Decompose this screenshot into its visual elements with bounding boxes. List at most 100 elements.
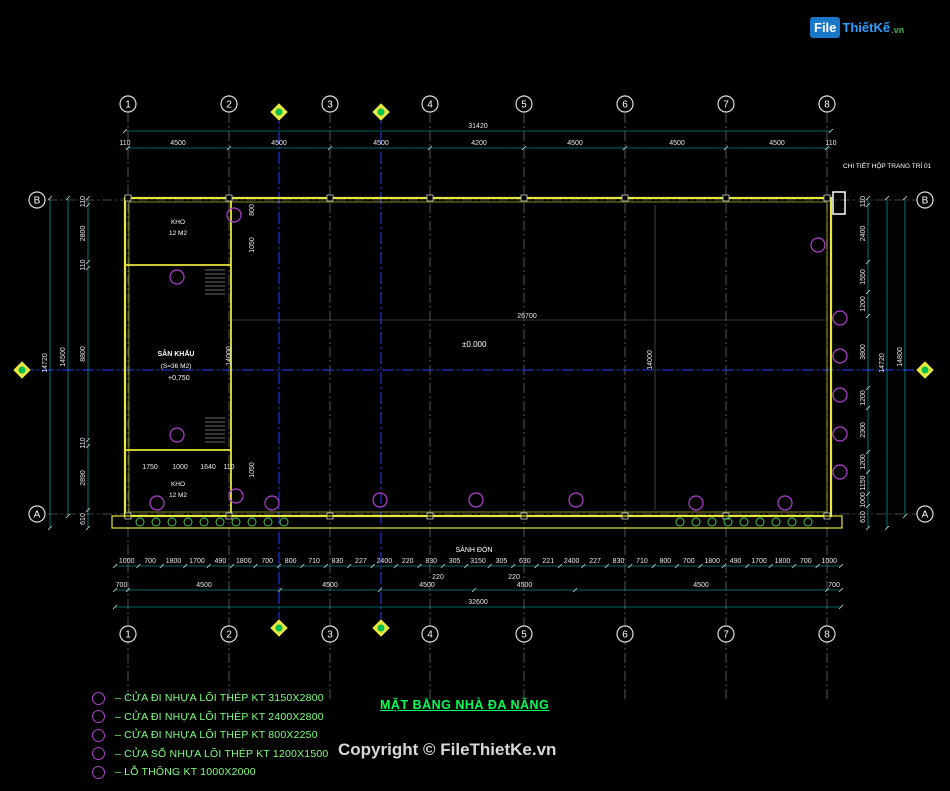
floor-plan-drawing: 1 1 2 2 3 3 4 4 5 5 6 6 7 7 8 8 B B A A 31420 110 110 4500 4500…	[12, 95, 935, 700]
planter-shrub	[691, 517, 701, 527]
room-area: 12 M2	[169, 230, 187, 237]
axis-number: 1	[125, 100, 131, 111]
door-window-tag-icon	[372, 492, 388, 508]
planter-shrub	[803, 517, 813, 527]
left-seg-dim-label: 610	[80, 513, 87, 525]
legend-text: – LỖ THÔNG KT 1000X2000	[115, 766, 256, 779]
storage-dim-label: 1050	[249, 462, 256, 478]
bottom-row1-dim-label: 700	[261, 558, 273, 565]
room-name: KHO	[171, 481, 185, 488]
left-inner-dim-label: 14500	[60, 347, 67, 367]
column	[520, 194, 528, 202]
column	[621, 194, 629, 202]
right-seg-dim-label: 1550	[860, 269, 867, 285]
axis-number: 6	[622, 630, 628, 641]
right-seg-dim-label: 3800	[860, 344, 867, 360]
legend-item: – CỬA ĐI NHỰA LÕI THÉP KT 2400X2800	[92, 708, 392, 727]
window-tag-icon	[92, 747, 105, 761]
axis-letter: A	[922, 510, 929, 521]
axis-grid: 1 1 2 2 3 3 4 4 5 5 6 6 7 7 8 8 B B A A	[12, 95, 935, 700]
storage-dim-label: 1050	[249, 237, 256, 253]
legend-text: – CỬA ĐI NHỰA LÕI THÉP KT 800X2250	[115, 729, 318, 742]
bottom-row1-dim-label: 1000	[119, 558, 135, 565]
bottom-total-dim-label: 32600	[468, 599, 488, 606]
left-seg-dim-label: 2800	[80, 226, 87, 242]
door-window-tag-icon	[832, 426, 848, 442]
axis-number: 2	[226, 100, 232, 111]
lobby-label: SẢNH ĐÓN	[456, 545, 493, 554]
top-span-dim-label: 4500	[170, 140, 186, 147]
right-seg-dim-label: 610	[860, 511, 867, 523]
door-window-tag-icon	[832, 348, 848, 364]
planter-shrub	[675, 517, 685, 527]
door-window-tag-icon	[149, 495, 165, 511]
main-width-dim: 26700	[517, 313, 537, 320]
door-window-tag-icon	[832, 387, 848, 403]
column	[326, 194, 334, 202]
stage-area: (S=36 M2)	[161, 363, 192, 370]
door-window-tag-icon	[468, 492, 484, 508]
bottom-row1-dim-label: 800	[660, 558, 672, 565]
door-tag-icon	[92, 691, 105, 705]
bottom-row2-dim-label: 4500	[419, 582, 435, 589]
right-seg-dim-label: 2400	[860, 226, 867, 242]
bottom-row1-dim-label: 700	[144, 558, 156, 565]
bottom-row1-dim-label: 710	[636, 558, 648, 565]
right-seg-dim-label: 1200	[860, 454, 867, 470]
section-marker-dot	[275, 624, 283, 632]
column	[124, 194, 132, 202]
top-edge-dim-label: 110	[825, 140, 836, 147]
right-inner-dim-label: 14800	[897, 347, 904, 367]
bottom-row1-dim-label: 1800	[775, 558, 791, 565]
legend-text: – CỬA ĐI NHỰA LÕI THÉP KT 3150X2800	[115, 692, 324, 705]
door-window-tag-icon	[777, 495, 793, 511]
planter-shrub	[279, 517, 289, 527]
section-marker-dot	[18, 366, 26, 374]
bottom-row1-dim-label: 710	[308, 558, 320, 565]
bottom-row1-dim-label: 2400	[377, 558, 393, 565]
bottom-row1-dim-label: 221	[542, 558, 554, 565]
column	[823, 194, 831, 202]
right-total-dim-label: 14720	[879, 353, 886, 373]
bottom-row1-dim-label: 1700	[751, 558, 767, 565]
detail-note-label: CHI TIẾT HỘP TRANG TRÍ 01	[843, 160, 932, 170]
planter-shrub	[707, 517, 717, 527]
bottom-row2-dim-label: 700	[116, 582, 128, 589]
axis-number: 8	[824, 630, 830, 641]
planter-shrub	[199, 517, 209, 527]
bottom-row1-dim-label: 2400	[564, 558, 580, 565]
axis-number: 3	[327, 630, 333, 641]
left-seg-dim-label: 110	[80, 259, 87, 270]
bottom-row1-dim-label: 227	[355, 558, 367, 565]
bottom-row1-dim-label: 3150	[470, 558, 486, 565]
stage-height-dim: 14000	[226, 346, 233, 366]
left-seg-dim-label: 110	[80, 196, 87, 207]
legend-item: – CỬA ĐI NHỰA LÕI THÉP KT 3150X2800	[92, 689, 392, 708]
bottom-mid-dim-label: 220	[432, 574, 444, 581]
top-total-dim-label: 31420	[468, 123, 488, 130]
top-span-dim-label: 4200	[471, 140, 487, 147]
top-span-dim-label: 4500	[669, 140, 685, 147]
room-name: KHO	[171, 219, 185, 226]
top-span-dim-label: 4500	[271, 140, 287, 147]
building-walls: CHI TIẾT HỘP TRANG TRÍ 01	[111, 160, 932, 529]
bottom-row2-dim-label: 700	[828, 582, 840, 589]
main-height-dim: 14000	[647, 350, 654, 370]
axis-number: 1	[125, 630, 131, 641]
planter-shrub	[215, 517, 225, 527]
right-seg-dim-label: 110	[860, 196, 867, 207]
planter-shrub	[135, 517, 145, 527]
section-marker-dot	[377, 108, 385, 116]
bottom-row1-dim-label: 1800	[236, 558, 252, 565]
axis-number: 6	[622, 100, 628, 111]
top-edge-dim-label: 110	[119, 140, 130, 147]
column	[426, 194, 434, 202]
planter-shrub	[263, 517, 273, 527]
planter-shrub	[183, 517, 193, 527]
storage-dim-label: 800	[249, 204, 256, 216]
column	[722, 194, 730, 202]
left-seg-dim-label: 2890	[80, 470, 87, 486]
door-window-tag-icon	[264, 495, 280, 511]
bottom-row1-dim-label: 700	[800, 558, 812, 565]
door-window-legend: – CỬA ĐI NHỰA LÕI THÉP KT 3150X2800 – CỬ…	[92, 689, 392, 782]
